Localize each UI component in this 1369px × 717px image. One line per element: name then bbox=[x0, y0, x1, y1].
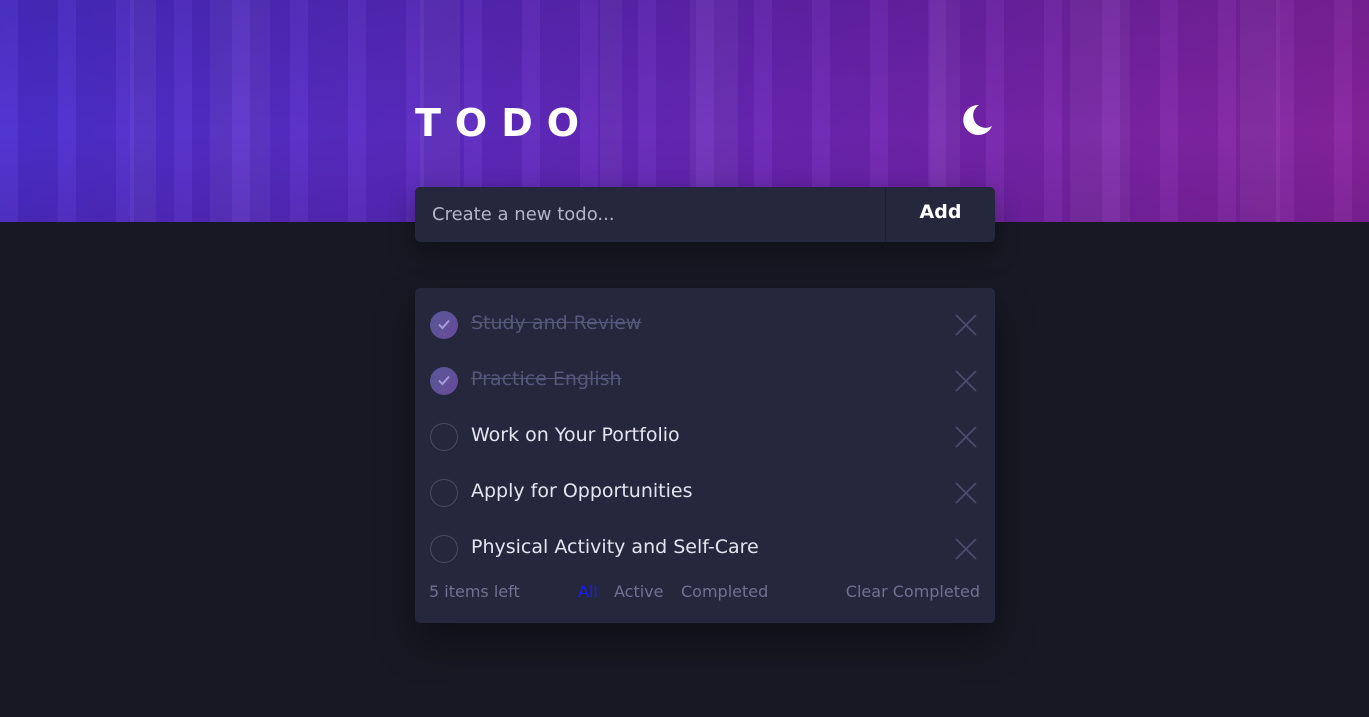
list-item: Physical Activity and Self-Care bbox=[415, 516, 995, 572]
filter-all[interactable]: All bbox=[578, 582, 598, 601]
new-todo-input[interactable] bbox=[415, 187, 885, 242]
list-item: Practice English bbox=[415, 348, 995, 404]
close-icon[interactable] bbox=[955, 426, 977, 448]
todo-text: Physical Activity and Self-Care bbox=[471, 536, 759, 558]
new-todo-bar: Add bbox=[415, 187, 995, 242]
list-footer: 5 items left All Active Completed Clear … bbox=[415, 578, 995, 608]
close-icon[interactable] bbox=[955, 538, 977, 560]
close-icon[interactable] bbox=[955, 314, 977, 336]
add-button[interactable]: Add bbox=[885, 187, 995, 242]
filter-completed[interactable]: Completed bbox=[681, 582, 768, 601]
checkbox[interactable] bbox=[430, 535, 458, 563]
close-icon[interactable] bbox=[955, 482, 977, 504]
header: TODO bbox=[415, 98, 995, 148]
filter-active[interactable]: Active bbox=[614, 582, 664, 601]
list-item: Work on Your Portfolio bbox=[415, 404, 995, 460]
checkbox[interactable] bbox=[430, 479, 458, 507]
close-icon[interactable] bbox=[955, 370, 977, 392]
check-icon bbox=[438, 375, 450, 386]
page-title: TODO bbox=[415, 101, 594, 145]
todo-text: Practice English bbox=[471, 368, 622, 390]
checkbox-checked[interactable] bbox=[430, 367, 458, 395]
items-left-count: 5 items left bbox=[429, 582, 520, 601]
clear-completed-button[interactable]: Clear Completed bbox=[846, 582, 980, 601]
checkbox[interactable] bbox=[430, 423, 458, 451]
check-icon bbox=[438, 319, 450, 330]
todo-text: Work on Your Portfolio bbox=[471, 424, 680, 446]
moon-icon[interactable] bbox=[959, 102, 995, 138]
todo-list: Study and Review Practice English Work o… bbox=[415, 288, 995, 623]
list-item: Study and Review bbox=[415, 292, 995, 348]
todo-text: Study and Review bbox=[471, 312, 642, 334]
todo-text: Apply for Opportunities bbox=[471, 480, 693, 502]
checkbox-checked[interactable] bbox=[430, 311, 458, 339]
list-item: Apply for Opportunities bbox=[415, 460, 995, 516]
